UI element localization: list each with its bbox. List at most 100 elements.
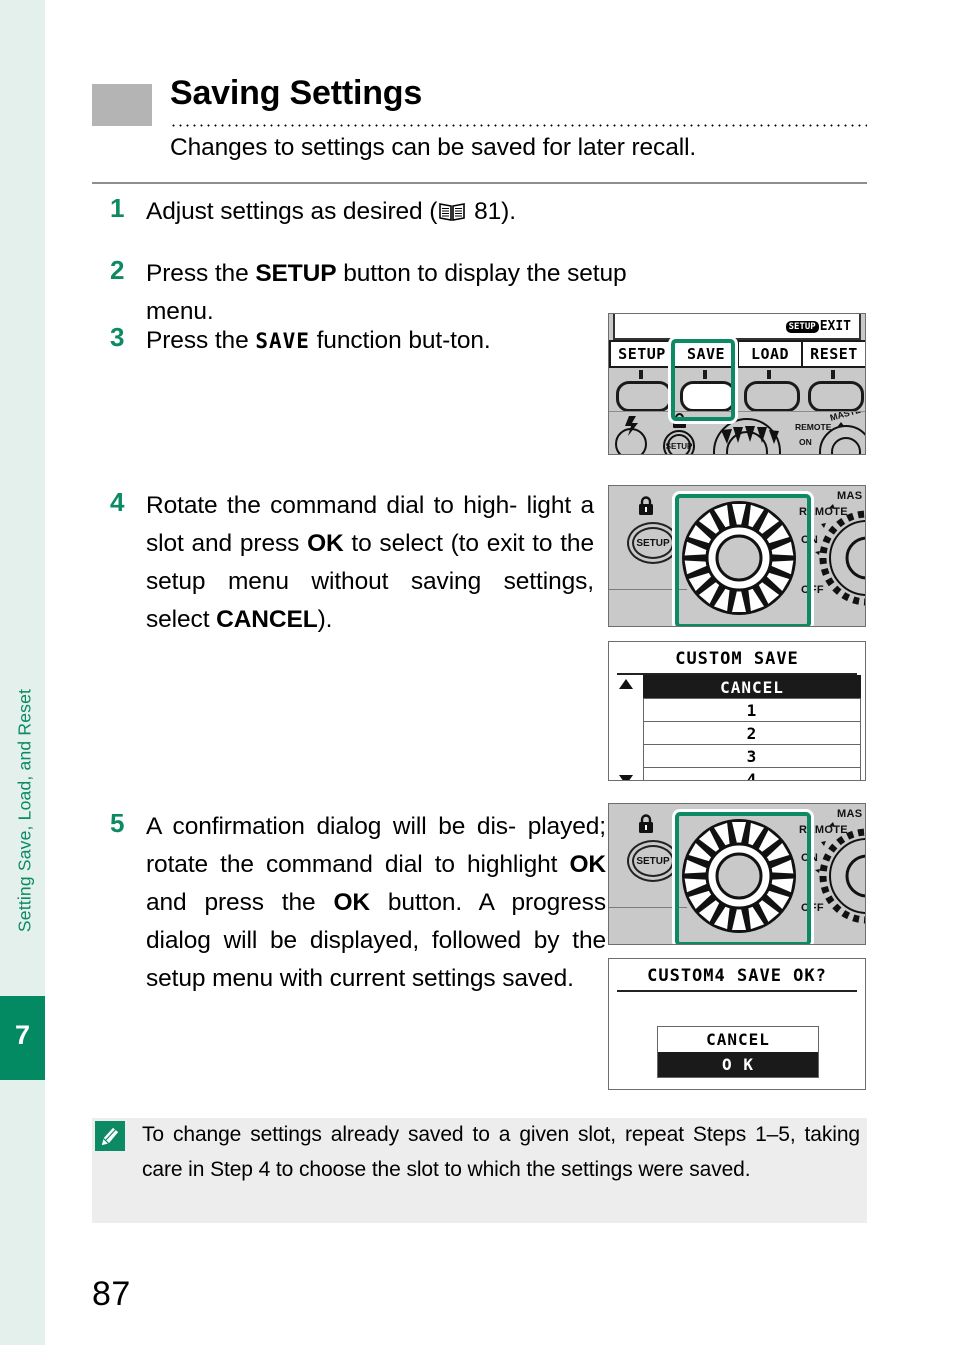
step-1-page-ref: 81	[474, 198, 502, 225]
svg-text:REMOTE: REMOTE	[795, 422, 832, 432]
confirm-dialog-title: CUSTOM4 SAVE OK?	[647, 966, 827, 986]
panel-divider	[609, 589, 687, 590]
button-oval	[680, 381, 736, 412]
fn-label-reset: RESET	[801, 340, 865, 368]
custom-save-title: CUSTOM SAVE	[675, 649, 799, 669]
note-box: To change settings already saved to a gi…	[92, 1118, 867, 1223]
page-subtitle: Changes to settings can be saved for lat…	[170, 134, 697, 161]
step-5-line3-b: and press the	[146, 889, 334, 916]
menu-item-slot-4[interactable]: 4	[643, 767, 861, 780]
pencil-note-icon	[95, 1121, 125, 1151]
sidebar-chapter-number: 7	[14, 1020, 31, 1050]
mode-label-off: OFF	[801, 584, 824, 596]
step-4-line2-b: to select	[343, 530, 443, 557]
setup-button[interactable]: SETUP	[627, 840, 679, 882]
mode-label-remote: REMOTE	[799, 506, 848, 518]
step-1-text-after: ).	[501, 198, 516, 225]
setup-badge: SETUP	[785, 320, 819, 333]
mode-label-off: OFF	[801, 902, 824, 914]
function-button-row	[609, 368, 865, 412]
step-4-bold-cancel: CANCEL	[216, 606, 318, 633]
step-5-line1: A confirmation dialog will be dis-	[146, 813, 517, 840]
sidebar-chapter-label: Setting Save, Load, and Reset	[14, 688, 35, 933]
step-3-text-a: Press the	[146, 327, 256, 354]
fn-label-save: SAVE	[673, 340, 739, 368]
lock-icon	[637, 496, 655, 516]
page-number: 87	[92, 1275, 131, 1313]
panel-lower-section: SETUP REMOTE ON MASTER	[609, 403, 865, 454]
button-oval	[744, 381, 800, 412]
figure-confirm-dialog: CUSTOM4 SAVE OK? CANCEL O K	[608, 958, 866, 1090]
fn-label-setup: SETUP	[609, 340, 675, 368]
step-5-bold-ok-1: OK	[569, 851, 606, 878]
menu-item-slot-2[interactable]: 2	[643, 721, 861, 744]
menu-item-cancel[interactable]: CANCEL	[643, 675, 861, 698]
custom-save-menu-list: CANCEL 1 2 3 4	[609, 675, 865, 780]
menu-rows: CANCEL 1 2 3 4	[643, 675, 861, 780]
menu-item-slot-1[interactable]: 1	[643, 698, 861, 721]
command-dial[interactable]	[681, 818, 797, 934]
step-5-line3-a: to highlight	[434, 851, 570, 878]
figure-command-dial-step4: SETUP REMOTE ON OFF MAS	[608, 485, 866, 627]
heading-gray-mark	[92, 84, 152, 126]
function-label-row: SETUP SAVE LOAD RESET	[609, 340, 865, 368]
button-tick	[703, 370, 707, 379]
fn-label-load: LOAD	[737, 340, 803, 368]
step-2-text-a: Press the	[146, 260, 256, 287]
book-icon	[439, 196, 466, 234]
dialog-button-ok[interactable]: O K	[658, 1052, 818, 1077]
scroll-up-arrow[interactable]	[619, 679, 633, 689]
fn-button-reset[interactable]	[801, 368, 865, 412]
button-tick	[767, 370, 771, 379]
step-1-number: 1	[110, 193, 125, 223]
step-4-line1: Rotate the command dial to high-	[146, 492, 518, 519]
setup-button-label: SETUP	[636, 537, 670, 549]
button-oval	[616, 381, 672, 412]
step-5-number: 5	[110, 808, 125, 838]
step-3-text: Press the SAVE function but-ton.	[146, 322, 616, 360]
menu-item-slot-3[interactable]: 3	[643, 744, 861, 767]
step-4-text: Rotate the command dial to high- light a…	[146, 487, 594, 639]
button-tick	[831, 370, 835, 379]
lcd-clipped-text: LED BRIGHTNESS	[623, 313, 769, 314]
figure-custom-save-menu: CUSTOM SAVE CANCEL 1 2 3 4	[608, 641, 866, 781]
svg-text:SETUP: SETUP	[666, 442, 693, 451]
mode-label-master: MAS	[837, 808, 863, 820]
mode-label-remote: REMOTE	[799, 824, 848, 836]
dialog-button-cancel[interactable]: CANCEL	[658, 1027, 818, 1052]
confirm-dialog-buttons: CANCEL O K	[657, 1026, 819, 1078]
setup-button[interactable]: SETUP	[627, 522, 679, 564]
mode-label-master: MAS	[837, 490, 863, 502]
step-3-text-b: function but-ton.	[309, 327, 491, 354]
command-dial[interactable]	[681, 500, 797, 616]
fn-button-load[interactable]	[737, 368, 801, 412]
setup-button-label: SETUP	[636, 855, 670, 867]
lcd-exit-hint: SETUP EXIT	[785, 319, 851, 334]
title-dotted-rule	[170, 124, 867, 127]
step-5-text: A confirmation dialog will be dis- playe…	[146, 808, 606, 998]
step-3-number: 3	[110, 322, 125, 352]
lcd-strip: LED BRIGHTNESS SETUP EXIT	[613, 314, 861, 340]
step-1-text: Adjust settings as desired ( 81).	[146, 193, 516, 234]
menu-scroll-arrows	[609, 675, 643, 780]
step-4-line4-b: ).	[317, 606, 333, 633]
figure-save-function-button: LED BRIGHTNESS SETUP EXIT SETUP SAVE LOA…	[608, 313, 866, 455]
step-5-line6: menu with current settings saved.	[212, 965, 574, 992]
step-4-number: 4	[110, 487, 125, 517]
svg-text:MASTER: MASTER	[829, 412, 865, 423]
step-3-lcd-save: SAVE	[255, 329, 310, 353]
note-text: To change settings already saved to a gi…	[142, 1123, 860, 1181]
command-dial-graphic	[682, 819, 796, 933]
step-4-bold-ok: OK	[307, 530, 344, 557]
command-dial-graphic	[682, 501, 796, 615]
scroll-down-arrow[interactable]	[619, 775, 633, 780]
fn-button-setup[interactable]	[609, 368, 673, 412]
step-2-bold-setup: SETUP	[255, 260, 337, 287]
confirm-dialog-body: CANCEL O K	[609, 992, 865, 1089]
mode-label-on: ON	[801, 852, 819, 864]
step-5-bold-ok-2: OK	[333, 889, 370, 916]
panel-divider	[609, 907, 687, 908]
header-divider	[92, 182, 867, 184]
figure-command-dial-step5: SETUP REMOTE ON OFF MAS	[608, 803, 866, 945]
fn-button-save[interactable]	[673, 368, 737, 412]
